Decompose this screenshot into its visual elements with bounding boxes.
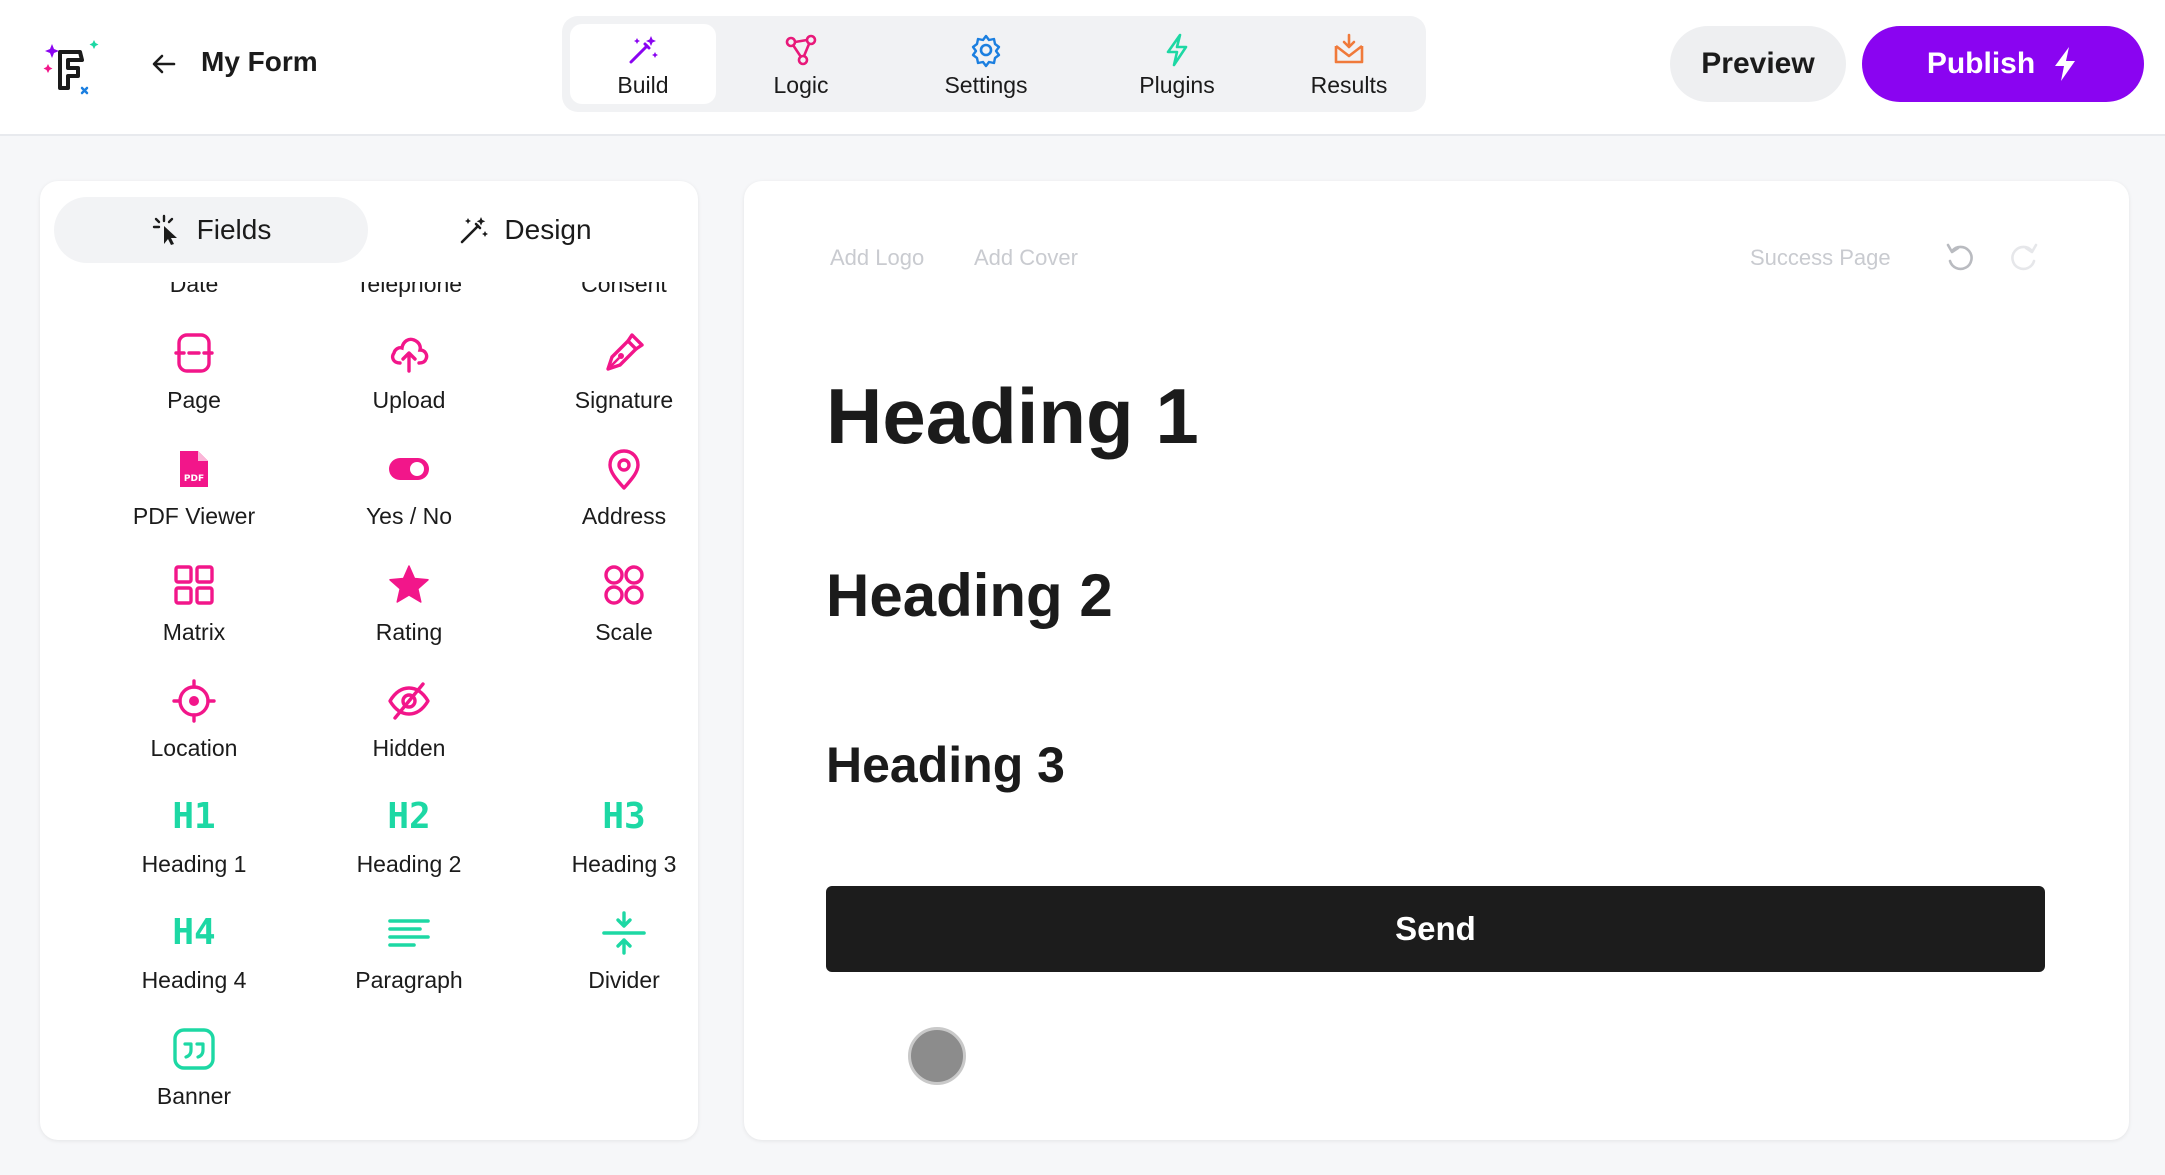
field-consent-label[interactable]: Consent (517, 282, 698, 298)
redo-icon[interactable] (2006, 241, 2040, 275)
field-telephone-label[interactable]: Telephone (302, 282, 516, 298)
tab-results[interactable]: Results (1274, 24, 1424, 104)
field-paragraph[interactable]: Paragraph (302, 911, 516, 994)
pen-icon (606, 333, 644, 371)
field-address[interactable]: Address (517, 447, 698, 530)
magic-wand-icon (629, 36, 658, 64)
field-scale[interactable]: Scale (517, 563, 698, 646)
pointer-click-icon (152, 214, 177, 245)
four-dots-icon (604, 565, 644, 605)
preview-button[interactable]: Preview (1670, 26, 1846, 102)
gear-icon (971, 34, 1001, 68)
add-cover-link[interactable]: Add Cover (974, 245, 1078, 271)
field-divider[interactable]: Divider (517, 911, 698, 994)
back-arrow-icon[interactable] (148, 48, 180, 80)
field-date-label[interactable]: Date (87, 282, 301, 298)
field-hidden[interactable]: Hidden (302, 679, 516, 762)
cloud-upload-icon (390, 337, 429, 373)
eye-off-icon (388, 682, 430, 720)
heading-1-block[interactable]: Heading 1 (826, 371, 1199, 462)
toggle-icon (389, 458, 429, 480)
quote-icon (173, 1028, 215, 1070)
publish-label: Publish (1926, 47, 2036, 80)
fields-panel: Fields Design Date Telephone Consent Pag… (40, 181, 698, 1140)
tab-build[interactable]: Build (570, 24, 716, 104)
success-page-link[interactable]: Success Page (1750, 245, 1891, 271)
main-tabs: Build Logic Settings Plugins Results (562, 16, 1426, 112)
pdf-icon: PDF (180, 451, 208, 487)
tab-logic[interactable]: Logic (724, 24, 878, 104)
send-button[interactable]: Send (826, 886, 2045, 972)
field-matrix[interactable]: Matrix (87, 563, 301, 646)
top-bar: My Form Build Logic Settings Plugins Res… (0, 0, 2165, 136)
field-yes-no[interactable]: Yes / No (302, 447, 516, 530)
paragraph-icon (388, 919, 430, 947)
field-location[interactable]: Location (87, 679, 301, 762)
field-heading-1[interactable]: H1 Heading 1 (87, 795, 301, 878)
tab-settings[interactable]: Settings (892, 24, 1080, 104)
bolt-icon (2055, 47, 2076, 81)
add-logo-link[interactable]: Add Logo (830, 245, 924, 271)
field-pdf-viewer[interactable]: PDF PDF Viewer (87, 447, 301, 530)
field-heading-4[interactable]: H4 Heading 4 (87, 911, 301, 994)
cursor-indicator (908, 1027, 966, 1085)
h1-icon: H1 (172, 796, 216, 837)
tab-design[interactable]: Design (368, 197, 682, 263)
h2-icon: H2 (387, 796, 431, 837)
field-page[interactable]: Page (87, 331, 301, 414)
field-heading-3[interactable]: H3 Heading 3 (517, 795, 698, 878)
map-pin-icon (608, 449, 640, 490)
h4-icon: H4 (172, 912, 216, 953)
svg-text:PDF: PDF (184, 474, 204, 484)
tab-fields[interactable]: Fields (54, 197, 368, 263)
undo-icon[interactable] (1944, 241, 1978, 275)
form-canvas: Add Logo Add Cover Success Page Heading … (744, 181, 2129, 1140)
nodes-icon (785, 34, 817, 66)
h3-icon: H3 (602, 796, 646, 837)
tab-plugins[interactable]: Plugins (1092, 24, 1262, 104)
field-rating[interactable]: Rating (302, 563, 516, 646)
form-title[interactable]: My Form (201, 46, 318, 78)
field-banner[interactable]: Banner (87, 1027, 301, 1110)
magic-wand-icon (461, 217, 489, 244)
field-heading-2[interactable]: H2 Heading 2 (302, 795, 516, 878)
field-signature[interactable]: Signature (517, 331, 698, 414)
app-logo-icon[interactable] (38, 30, 108, 100)
page-icon (174, 333, 214, 373)
divider-icon (602, 911, 646, 955)
target-icon (172, 679, 216, 723)
star-icon (389, 565, 429, 603)
field-upload[interactable]: Upload (302, 331, 516, 414)
bolt-icon (1166, 33, 1188, 67)
panel-tabs: Fields Design (54, 197, 682, 263)
grid-icon (174, 565, 214, 605)
heading-2-block[interactable]: Heading 2 (826, 561, 1113, 630)
heading-3-block[interactable]: Heading 3 (826, 736, 1065, 794)
inbox-icon (1334, 33, 1364, 64)
publish-button[interactable]: Publish (1862, 26, 2144, 102)
